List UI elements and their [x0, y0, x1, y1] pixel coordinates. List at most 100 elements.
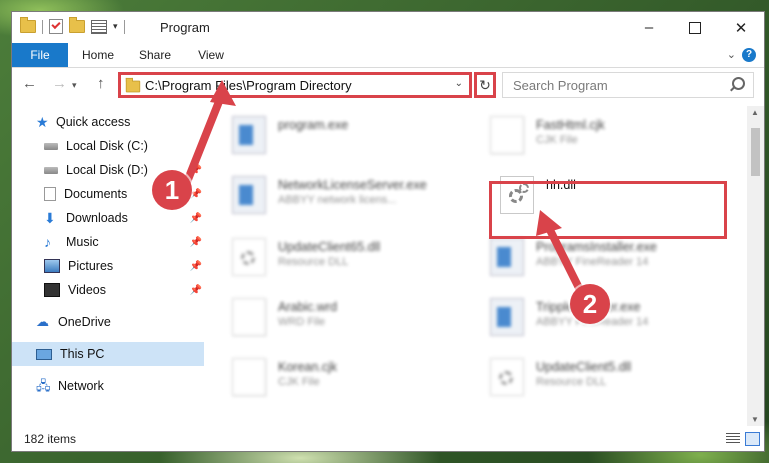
tab-view[interactable]: View: [190, 43, 232, 67]
file-icon: [490, 116, 524, 154]
star-icon: ★: [36, 114, 49, 130]
sidebar-item-downloads[interactable]: ⬇ Downloads 📌: [44, 206, 204, 230]
large-icons-view-icon[interactable]: [745, 432, 760, 446]
help-icon[interactable]: ?: [742, 48, 756, 62]
file-list: program.exe FastHtml.cjk CJK File Networ…: [222, 106, 742, 426]
file-name: Arabic.wrd: [278, 300, 338, 314]
scroll-up-icon[interactable]: ▲: [751, 108, 759, 117]
up-button[interactable]: ↑: [97, 75, 105, 92]
sidebar-item-music[interactable]: ♪ Music 📌: [44, 230, 204, 254]
sidebar-item-label: Quick access: [56, 115, 131, 129]
forward-button[interactable]: →: [52, 75, 67, 92]
folder-icon: [125, 77, 141, 93]
gear-icon: [499, 371, 513, 385]
tab-share[interactable]: Share: [132, 43, 178, 67]
search-icon: [732, 77, 745, 90]
file-description: Resource DLL: [536, 376, 607, 388]
refresh-button[interactable]: ↻: [474, 72, 496, 98]
pin-icon[interactable]: 📌: [190, 261, 202, 272]
back-button[interactable]: ←: [22, 75, 37, 92]
title-bar: ▾ Program – ✕: [12, 12, 764, 43]
sidebar-item-label: Local Disk (D:): [66, 163, 148, 177]
status-bar: 182 items: [12, 427, 764, 451]
pc-icon: [36, 348, 52, 360]
dll-gear-icon: [490, 358, 524, 396]
scroll-thumb[interactable]: [751, 128, 760, 176]
sidebar-item-label: Documents: [64, 187, 128, 201]
step-marker-1: 1: [152, 170, 192, 210]
file-icon: [232, 358, 266, 396]
search-input[interactable]: [511, 73, 715, 97]
file-name: FastHtml.cjk: [536, 118, 605, 132]
sidebar-item-pictures[interactable]: Pictures 📌: [44, 254, 204, 278]
search-box[interactable]: [502, 72, 754, 98]
close-button[interactable]: ✕: [718, 12, 764, 43]
divider: [123, 19, 125, 34]
file-name: NetworkLicenseServer.exe: [278, 178, 427, 192]
file-description: WRD File: [278, 316, 326, 328]
quick-access-toolbar: ▾: [20, 17, 125, 34]
sidebar-item-network[interactable]: 🖧 Network: [36, 374, 204, 398]
sidebar-item-label: Local Disk (C:): [66, 139, 148, 153]
file-item[interactable]: Korean.cjk CJK File: [222, 350, 452, 400]
properties-icon[interactable]: [91, 19, 107, 34]
file-item[interactable]: program.exe: [222, 108, 452, 158]
pin-icon[interactable]: 📌: [190, 285, 202, 296]
sidebar-item-onedrive[interactable]: ☁ OneDrive: [36, 310, 204, 334]
minimize-button[interactable]: –: [626, 12, 672, 43]
customize-dropdown-icon[interactable]: ▾: [113, 21, 118, 32]
sidebar-item-label: OneDrive: [58, 315, 111, 329]
address-row: ← → ▾ ↑ C:\Program Files\Program Directo…: [12, 68, 764, 102]
sidebar-item-label: This PC: [60, 347, 105, 361]
cloud-icon: ☁: [36, 314, 49, 329]
file-item[interactable]: UpdateClient65.dll Resource DLL: [222, 230, 452, 280]
expand-ribbon-icon[interactable]: ⌄: [727, 48, 736, 61]
address-dropdown-icon[interactable]: ⌄: [455, 78, 463, 89]
step-marker-2: 2: [570, 284, 610, 324]
ribbon-tabs: File Home Share View ⌄ ?: [12, 43, 764, 68]
file-item[interactable]: UpdateClient5.dll Resource DLL: [480, 350, 710, 400]
file-icon: [232, 298, 266, 336]
sidebar-item-label: Network: [58, 379, 104, 393]
file-description: CJK File: [536, 134, 578, 146]
network-icon: 🖧: [36, 378, 51, 393]
file-item[interactable]: NetworkLicenseServer.exe ABBYY network l…: [222, 168, 452, 218]
file-name: UpdateClient65.dll: [278, 240, 381, 254]
documents-icon: [44, 187, 56, 201]
maximize-icon: [689, 21, 701, 34]
file-description: Resource DLL: [278, 256, 349, 268]
scroll-down-icon[interactable]: ▼: [751, 415, 759, 424]
pin-icon[interactable]: 📌: [190, 237, 202, 248]
drive-icon: [44, 142, 58, 150]
folder-icon: [20, 17, 36, 33]
sidebar-item-videos[interactable]: Videos 📌: [44, 278, 204, 302]
window-title: Program: [160, 20, 210, 35]
file-name: Korean.cjk: [278, 360, 338, 374]
file-item[interactable]: FastHtml.cjk CJK File: [480, 108, 710, 158]
file-description: ABBYY network licens...: [278, 194, 397, 206]
application-icon: [490, 238, 524, 276]
drive-icon: [44, 166, 58, 174]
sidebar-item-label: Videos: [68, 283, 106, 297]
properties-check-icon[interactable]: [49, 19, 63, 34]
tab-file[interactable]: File: [12, 43, 68, 67]
file-name: UpdateClient5.dll: [536, 360, 632, 374]
tab-home[interactable]: Home: [74, 43, 122, 67]
file-name: program.exe: [278, 118, 349, 132]
application-icon: [490, 298, 524, 336]
vertical-scrollbar[interactable]: ▲ ▼: [747, 106, 764, 426]
recent-locations-icon[interactable]: ▾: [72, 80, 77, 91]
file-explorer-window: ▾ Program – ✕ File Home Share View ⌄ ? ←…: [11, 11, 765, 452]
divider: [42, 19, 43, 34]
maximize-button[interactable]: [672, 12, 718, 43]
item-count: 182 items: [24, 432, 77, 446]
new-folder-icon[interactable]: [69, 17, 85, 33]
videos-icon: [44, 283, 60, 297]
sidebar-item-label: Pictures: [68, 259, 114, 273]
details-view-icon[interactable]: [726, 433, 740, 444]
file-item[interactable]: Arabic.wrd WRD File: [222, 290, 452, 340]
sidebar-item-this-pc[interactable]: This PC: [12, 342, 204, 366]
downloads-icon: ⬇: [44, 210, 56, 226]
pin-icon[interactable]: 📌: [190, 213, 202, 224]
dll-gear-icon: [232, 238, 266, 276]
